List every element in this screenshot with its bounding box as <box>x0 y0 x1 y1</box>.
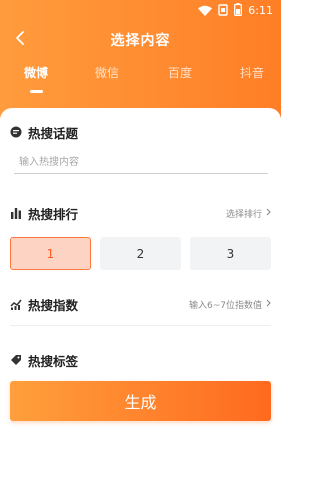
chevron-right-icon <box>266 208 271 219</box>
tab-douyin[interactable]: 抖音 <box>227 64 277 98</box>
chat-bubble-icon <box>10 126 22 138</box>
tag-icon <box>10 354 22 366</box>
rank-option-1[interactable]: 1 <box>10 237 91 270</box>
tab-label: 抖音 <box>239 66 264 80</box>
index-section-title: 热搜指数 <box>10 295 78 313</box>
chevron-right-icon <box>266 299 271 310</box>
select-ranking-link[interactable]: 选择排行 <box>226 204 271 222</box>
tab-label: 百度 <box>167 66 192 80</box>
tab-active-indicator <box>30 90 43 93</box>
topic-title: 热搜话题 <box>28 125 79 141</box>
tab-baidu[interactable]: 百度 <box>155 64 205 98</box>
status-time: 6:11 <box>248 3 273 17</box>
select-ranking-label: 选择排行 <box>225 209 262 220</box>
index-input-link[interactable]: 输入6~7位指数值 <box>189 295 271 313</box>
status-bar: 6:11 <box>0 0 281 20</box>
index-divider <box>10 325 271 326</box>
index-title: 热搜指数 <box>28 297 79 313</box>
tab-bar: 微博 微信 百度 抖音 <box>0 64 281 98</box>
generate-button[interactable]: 生成 <box>10 381 271 421</box>
title-bar: 选择内容 <box>0 24 281 54</box>
sim-icon <box>218 1 228 20</box>
rank-option-2[interactable]: 2 <box>100 237 181 270</box>
tab-weibo[interactable]: 微博 <box>11 64 61 98</box>
topic-section-title: 热搜话题 <box>10 123 78 141</box>
page-title: 选择内容 <box>110 33 171 49</box>
header: 6:11 选择内容 微博 微信 百度 抖音 <box>0 0 281 118</box>
battery-icon <box>234 1 243 20</box>
bar-chart-icon <box>10 207 22 219</box>
tag-title: 热搜标签 <box>28 353 79 369</box>
trend-chart-icon <box>10 298 22 310</box>
topic-input[interactable] <box>14 152 268 174</box>
wifi-icon <box>198 1 213 20</box>
tab-label: 微博 <box>23 66 48 80</box>
tab-label: 微信 <box>94 66 119 80</box>
index-hint: 输入6~7位指数值 <box>189 300 262 311</box>
rank-option-3[interactable]: 3 <box>190 237 271 270</box>
tab-wechat[interactable]: 微信 <box>82 64 132 98</box>
ranking-title: 热搜排行 <box>28 206 79 222</box>
tag-section-title: 热搜标签 <box>10 351 78 369</box>
ranking-section-title: 热搜排行 <box>10 204 78 222</box>
